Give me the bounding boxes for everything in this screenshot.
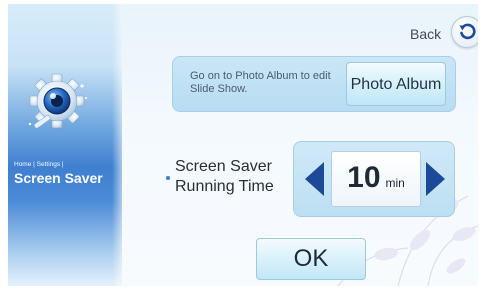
back-arrow-icon bbox=[459, 23, 476, 40]
arrow-left-icon[interactable] bbox=[305, 162, 324, 196]
gear-icon bbox=[28, 73, 87, 129]
ok-button[interactable]: OK bbox=[256, 238, 366, 280]
running-time-value-box: 10 min bbox=[331, 151, 421, 207]
running-time-label: Screen Saver Running Time bbox=[175, 158, 274, 195]
photo-album-message: Go on to Photo Album to edit Slide Show. bbox=[190, 70, 331, 95]
breadcrumb: Home | Settings | bbox=[14, 161, 64, 168]
screen-saver-screen: Home | Settings | Screen Saver Back Go o… bbox=[8, 4, 478, 286]
photo-album-panel: Go on to Photo Album to edit Slide Show.… bbox=[172, 56, 456, 112]
page-title: Screen Saver bbox=[14, 170, 103, 186]
running-time-stepper: 10 min bbox=[293, 141, 455, 217]
main-panel: Back Go on to Photo Album to edit Slide … bbox=[122, 4, 478, 286]
arrow-right-icon[interactable] bbox=[426, 162, 445, 196]
back-button[interactable] bbox=[451, 16, 478, 48]
running-time-unit: min bbox=[385, 176, 405, 190]
running-time-value: 10 bbox=[347, 161, 381, 194]
photo-album-button[interactable]: Photo Album bbox=[346, 62, 446, 106]
bullet-dot bbox=[166, 176, 170, 180]
breadcrumb-text: Home | Settings | bbox=[14, 161, 64, 168]
sidebar: Home | Settings | Screen Saver bbox=[8, 4, 122, 286]
back-label[interactable]: Back bbox=[410, 26, 441, 42]
